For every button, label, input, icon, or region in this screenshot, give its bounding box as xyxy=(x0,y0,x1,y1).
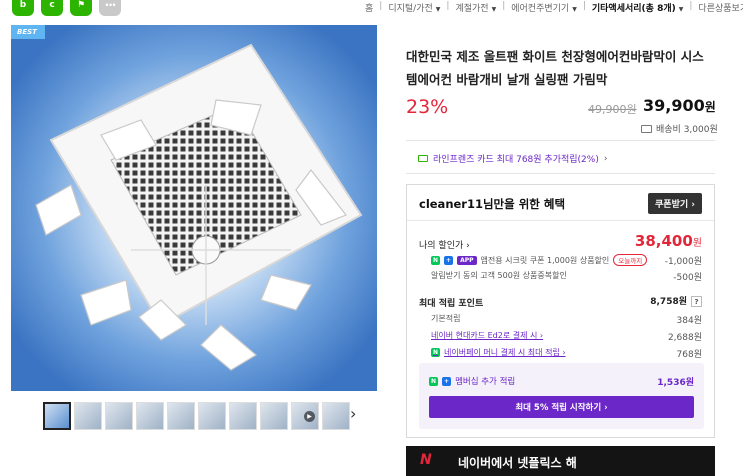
basic-points-row: 기본적립 xyxy=(431,314,461,323)
thumbnail-4[interactable] xyxy=(136,402,164,430)
share-bar: b c ⚑ ··· xyxy=(12,0,121,16)
thumbnail-strip: ▶ xyxy=(43,402,350,430)
npay-link[interactable]: N 네이버페이 머니 결제 시 최대 적립 › xyxy=(431,347,566,358)
basic-points-value: 384원 xyxy=(676,316,702,326)
breadcrumb-category-1[interactable]: 디지털/가전 ▼ xyxy=(388,1,440,14)
product-main-image: BEST xyxy=(11,25,377,391)
best-badge: BEST xyxy=(11,25,45,39)
thumbnail-7[interactable] xyxy=(229,402,257,430)
netflix-logo-icon: N xyxy=(420,452,432,468)
alarm-coupon-value: -500원 xyxy=(673,273,702,283)
thumbnail-8[interactable] xyxy=(260,402,288,430)
max-points-value: 8,758원? xyxy=(650,294,702,307)
thumbnail-3[interactable] xyxy=(105,402,133,430)
my-discount-label[interactable]: 나의 할인가 › xyxy=(419,238,470,251)
thumbnail-5[interactable] xyxy=(167,402,195,430)
coupon-button[interactable]: 쿠폰받기 › xyxy=(648,193,702,214)
divider xyxy=(407,220,714,221)
thumbnail-6[interactable] xyxy=(198,402,226,430)
thumbnail-2[interactable] xyxy=(74,402,102,430)
npay-icon: N xyxy=(431,348,441,357)
breadcrumb-category-3[interactable]: 에어컨주변기기 ▼ xyxy=(511,1,577,14)
thumbnail-9[interactable]: ▶ xyxy=(291,402,319,430)
thumbnail-1[interactable] xyxy=(43,402,71,430)
alarm-coupon-row: 알림받기 동의 고객 500원 상품중복할인 xyxy=(431,271,567,280)
hyundai-card-link[interactable]: 네이버 현대카드 Ed2로 결제 시 › xyxy=(431,330,543,341)
divider xyxy=(406,173,715,174)
help-icon[interactable]: ? xyxy=(691,296,702,307)
benefit-title: cleaner11님만을 위한 혜택 xyxy=(419,197,566,211)
membership-label: N + 멤버십 추가 적립 xyxy=(429,376,516,387)
netflix-banner[interactable]: N 네이버에서 넷플릭스 해 xyxy=(406,446,715,476)
max-points-label: 최대 적립 포인트 xyxy=(419,299,484,309)
banner-text: 네이버에서 넷플릭스 해 xyxy=(458,456,577,470)
breadcrumb: 홈 | 디지털/가전 ▼ | 계절가전 ▼ | 에어컨주변기기 ▼ | 기타액세서리(총 8개… xyxy=(365,1,743,14)
play-icon: ▶ xyxy=(304,411,315,422)
cafe-share-icon[interactable]: c xyxy=(41,0,63,16)
more-icon[interactable]: ··· xyxy=(99,0,121,16)
divider xyxy=(406,140,715,141)
app-coupon-row: N + APP 앱전용 시크릿 쿠폰 1,000원 상품할인 오늘까지 xyxy=(431,254,648,266)
card-benefit-link[interactable]: 라인프렌즈 카드 최대 768원 추가적립(2%) › xyxy=(418,152,607,165)
membership-start-button[interactable]: 최대 5% 적립 시작하기 › xyxy=(429,396,694,418)
hyundai-card-value: 2,688원 xyxy=(667,333,702,343)
today-only-badge: 오늘까지 xyxy=(613,254,648,266)
membership-panel: N + 멤버십 추가 적립 1,536원 최대 5% 적립 시작하기 › xyxy=(419,363,704,429)
thumbnail-10[interactable] xyxy=(322,402,350,430)
shipping-fee: 배송비 3,000원 xyxy=(641,122,718,135)
blog-share-icon[interactable]: b xyxy=(12,0,34,16)
breadcrumb-home[interactable]: 홈 xyxy=(365,1,373,14)
breadcrumb-category-4[interactable]: 기타액세서리(총 8개) ▼ xyxy=(592,1,684,14)
card-icon xyxy=(418,155,428,162)
original-price: 49,900원 xyxy=(588,103,637,116)
breadcrumb-other-products[interactable]: 다른상품보기 xyxy=(698,1,743,14)
thumbnail-next-icon[interactable]: › xyxy=(350,404,356,423)
npay-value: 768원 xyxy=(676,350,702,360)
membership-value: 1,536원 xyxy=(657,378,694,388)
app-coupon-value: -1,000원 xyxy=(664,257,702,267)
benefit-box: cleaner11님만을 위한 혜택 쿠폰받기 › 나의 할인가 › 38,40… xyxy=(406,184,715,438)
discount-rate: 23% xyxy=(406,96,449,118)
bookmark-share-icon[interactable]: ⚑ xyxy=(70,0,92,16)
my-discount-price: 38,400원 xyxy=(634,232,702,250)
sale-price: 39,900원 xyxy=(643,96,716,115)
product-title: 대한민국 제조 올트팬 화이트 천장형에어컨바람막이 시스템에어컨 바람개비 날… xyxy=(406,49,704,87)
truck-icon xyxy=(641,124,652,133)
breadcrumb-category-2[interactable]: 계절가전 ▼ xyxy=(455,1,496,14)
ceiling-cassette-illustration xyxy=(11,25,377,391)
